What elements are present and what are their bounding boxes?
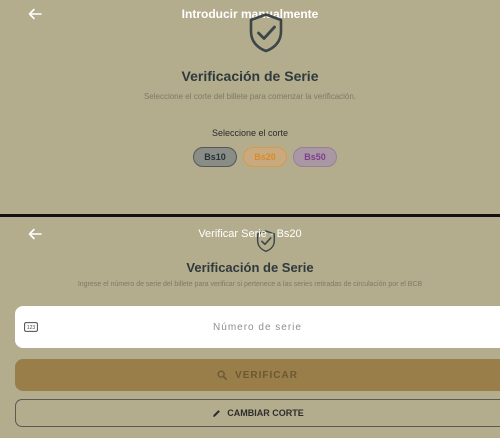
search-icon <box>217 370 227 380</box>
serial-number-input[interactable]: 123 Número de serie <box>15 306 500 348</box>
select-cut-screen: Introducir manualmente Verificación de S… <box>0 0 500 214</box>
verify-button[interactable]: VERIFICAR <box>15 359 500 391</box>
page-subtitle: Ingrese el número de serie del billete p… <box>77 281 423 288</box>
chip-bs10[interactable]: Bs10 <box>193 147 237 167</box>
edit-icon <box>213 409 221 417</box>
verify-button-label: VERIFICAR <box>235 369 298 381</box>
chip-bs20[interactable]: Bs20 <box>243 147 287 167</box>
shield-check-icon <box>249 13 283 53</box>
page-title: Verificación de Serie <box>181 68 319 84</box>
page-subtitle: Seleccione el corte del billete para com… <box>143 92 357 101</box>
serial-number-placeholder: Número de serie <box>213 321 302 333</box>
change-cut-button[interactable]: CAMBIAR CORTE <box>15 399 500 427</box>
cut-label: Seleccione el corte <box>211 128 289 138</box>
change-cut-button-label: CAMBIAR CORTE <box>227 408 304 418</box>
cut-chip-group: Bs10 Bs20 Bs50 <box>193 147 337 167</box>
appbar-title: Verificar Serie - Bs20 <box>198 228 302 240</box>
chip-bs50[interactable]: Bs50 <box>293 147 337 167</box>
page-title: Verificación de Serie <box>186 260 314 275</box>
